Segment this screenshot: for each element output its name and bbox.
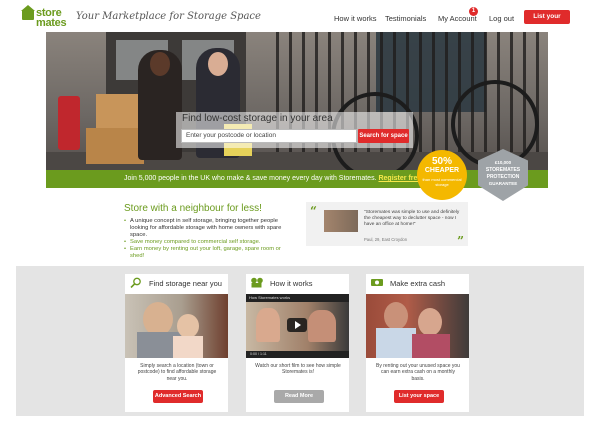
search-heading: Find low-cost storage in your area xyxy=(182,113,333,124)
play-icon[interactable] xyxy=(287,318,307,332)
card-description: By renting out your unused space you can… xyxy=(376,363,460,382)
storemates-logo[interactable]: store mates xyxy=(21,5,70,29)
testimonial-photo xyxy=(324,210,358,232)
card-photo-mother-child xyxy=(125,294,228,358)
feature-card-extra-cash: Make extra cash By renting out your unus… xyxy=(366,274,469,412)
benefit-item: Save money compared to commercial self s… xyxy=(124,239,294,246)
hero-banner xyxy=(46,32,548,170)
protection-guarantee-badge: £10,000 STOREMATES PROTECTION GUARANTEE xyxy=(478,149,528,201)
video-time[interactable]: 0:00 / 1:11 xyxy=(246,351,349,358)
cheaper-word: CHEAPER xyxy=(424,167,460,174)
house-icon xyxy=(22,10,34,20)
card-header: How it works xyxy=(246,274,349,290)
benefit-item: A unique concept in self storage, bringi… xyxy=(124,218,294,239)
cheaper-percent: 50% xyxy=(431,156,452,167)
site-header: store mates Your Marketplace for Storage… xyxy=(0,0,600,34)
feature-card-find-storage: Find storage near you Simply search a lo… xyxy=(125,274,228,412)
suitcase xyxy=(58,96,80,150)
card-description: Watch our short film to see how simple S… xyxy=(255,363,341,376)
card-photo-couple xyxy=(366,294,469,358)
join-banner-text: Join 5,000 people in the UK who make & s… xyxy=(124,175,442,182)
card-header: Make extra cash xyxy=(366,274,469,290)
card-header: Find storage near you xyxy=(125,274,228,290)
close-quote-icon: ” xyxy=(457,234,464,248)
join-banner: Join 5,000 people in the UK who make & s… xyxy=(46,170,548,188)
nav-testimonials[interactable]: Testimonials xyxy=(385,14,426,23)
nav-how-it-works[interactable]: How it works xyxy=(334,14,377,23)
testimonial-box: “ "Storemates was simple to use and defi… xyxy=(306,202,468,248)
join-banner-message: Join 5,000 people in the UK who make & s… xyxy=(124,175,377,182)
guarantee-line-2: PROTECTION xyxy=(486,174,520,180)
testimonial-author: Paul, 29, East Croydon xyxy=(364,237,408,242)
read-more-button[interactable]: Read More xyxy=(274,390,324,403)
site-tagline: Your Marketplace for Storage Space xyxy=(76,11,261,22)
video-player[interactable]: How Storemates works 0:00 / 1:11 xyxy=(246,294,349,358)
neighbour-heading: Store with a neighbour for less! xyxy=(124,203,262,214)
benefits-list: A unique concept in self storage, bringi… xyxy=(124,218,294,260)
advanced-search-button[interactable]: Advanced Search xyxy=(153,390,203,403)
magnifier-icon xyxy=(130,277,141,288)
card-title: How it works xyxy=(270,279,313,288)
video-title: How Storemates works xyxy=(246,294,349,302)
card-description: Simply search a location (town or postco… xyxy=(137,363,217,382)
cardboard-box xyxy=(86,128,144,164)
nav-log-out[interactable]: Log out xyxy=(489,14,514,23)
cash-icon xyxy=(371,279,383,286)
list-your-space-button[interactable]: List your space xyxy=(524,10,570,34)
card-title: Make extra cash xyxy=(390,279,446,288)
notification-badge[interactable]: 1 xyxy=(469,7,478,16)
search-for-space-button[interactable]: Search for space xyxy=(358,129,409,143)
testimonial-quote: "Storemates was simple to use and defini… xyxy=(364,210,460,227)
postcode-search-input[interactable]: Enter your postcode or location xyxy=(181,129,357,143)
guarantee-line-1: STOREMATES xyxy=(485,167,521,173)
feature-card-how-it-works: How it works How Storemates works 0:00 /… xyxy=(246,274,349,412)
logo-word-mates: mates xyxy=(36,17,67,29)
cheaper-caption: than most commercial storage xyxy=(422,177,462,187)
benefit-item: Earn money by renting out your loft, gar… xyxy=(124,246,294,260)
storage-search-panel: Find low-cost storage in your area Enter… xyxy=(176,112,413,148)
guarantee-line-3: GUARANTEE xyxy=(488,181,518,186)
card-title: Find storage near you xyxy=(149,279,222,288)
open-quote-icon: “ xyxy=(310,204,317,218)
film-reel-icon xyxy=(251,277,263,288)
guarantee-amount: £10,000 xyxy=(494,160,512,165)
list-your-space-card-button[interactable]: List your space xyxy=(394,390,444,403)
cheaper-badge: 50% CHEAPER than most commercial storage xyxy=(417,150,467,200)
